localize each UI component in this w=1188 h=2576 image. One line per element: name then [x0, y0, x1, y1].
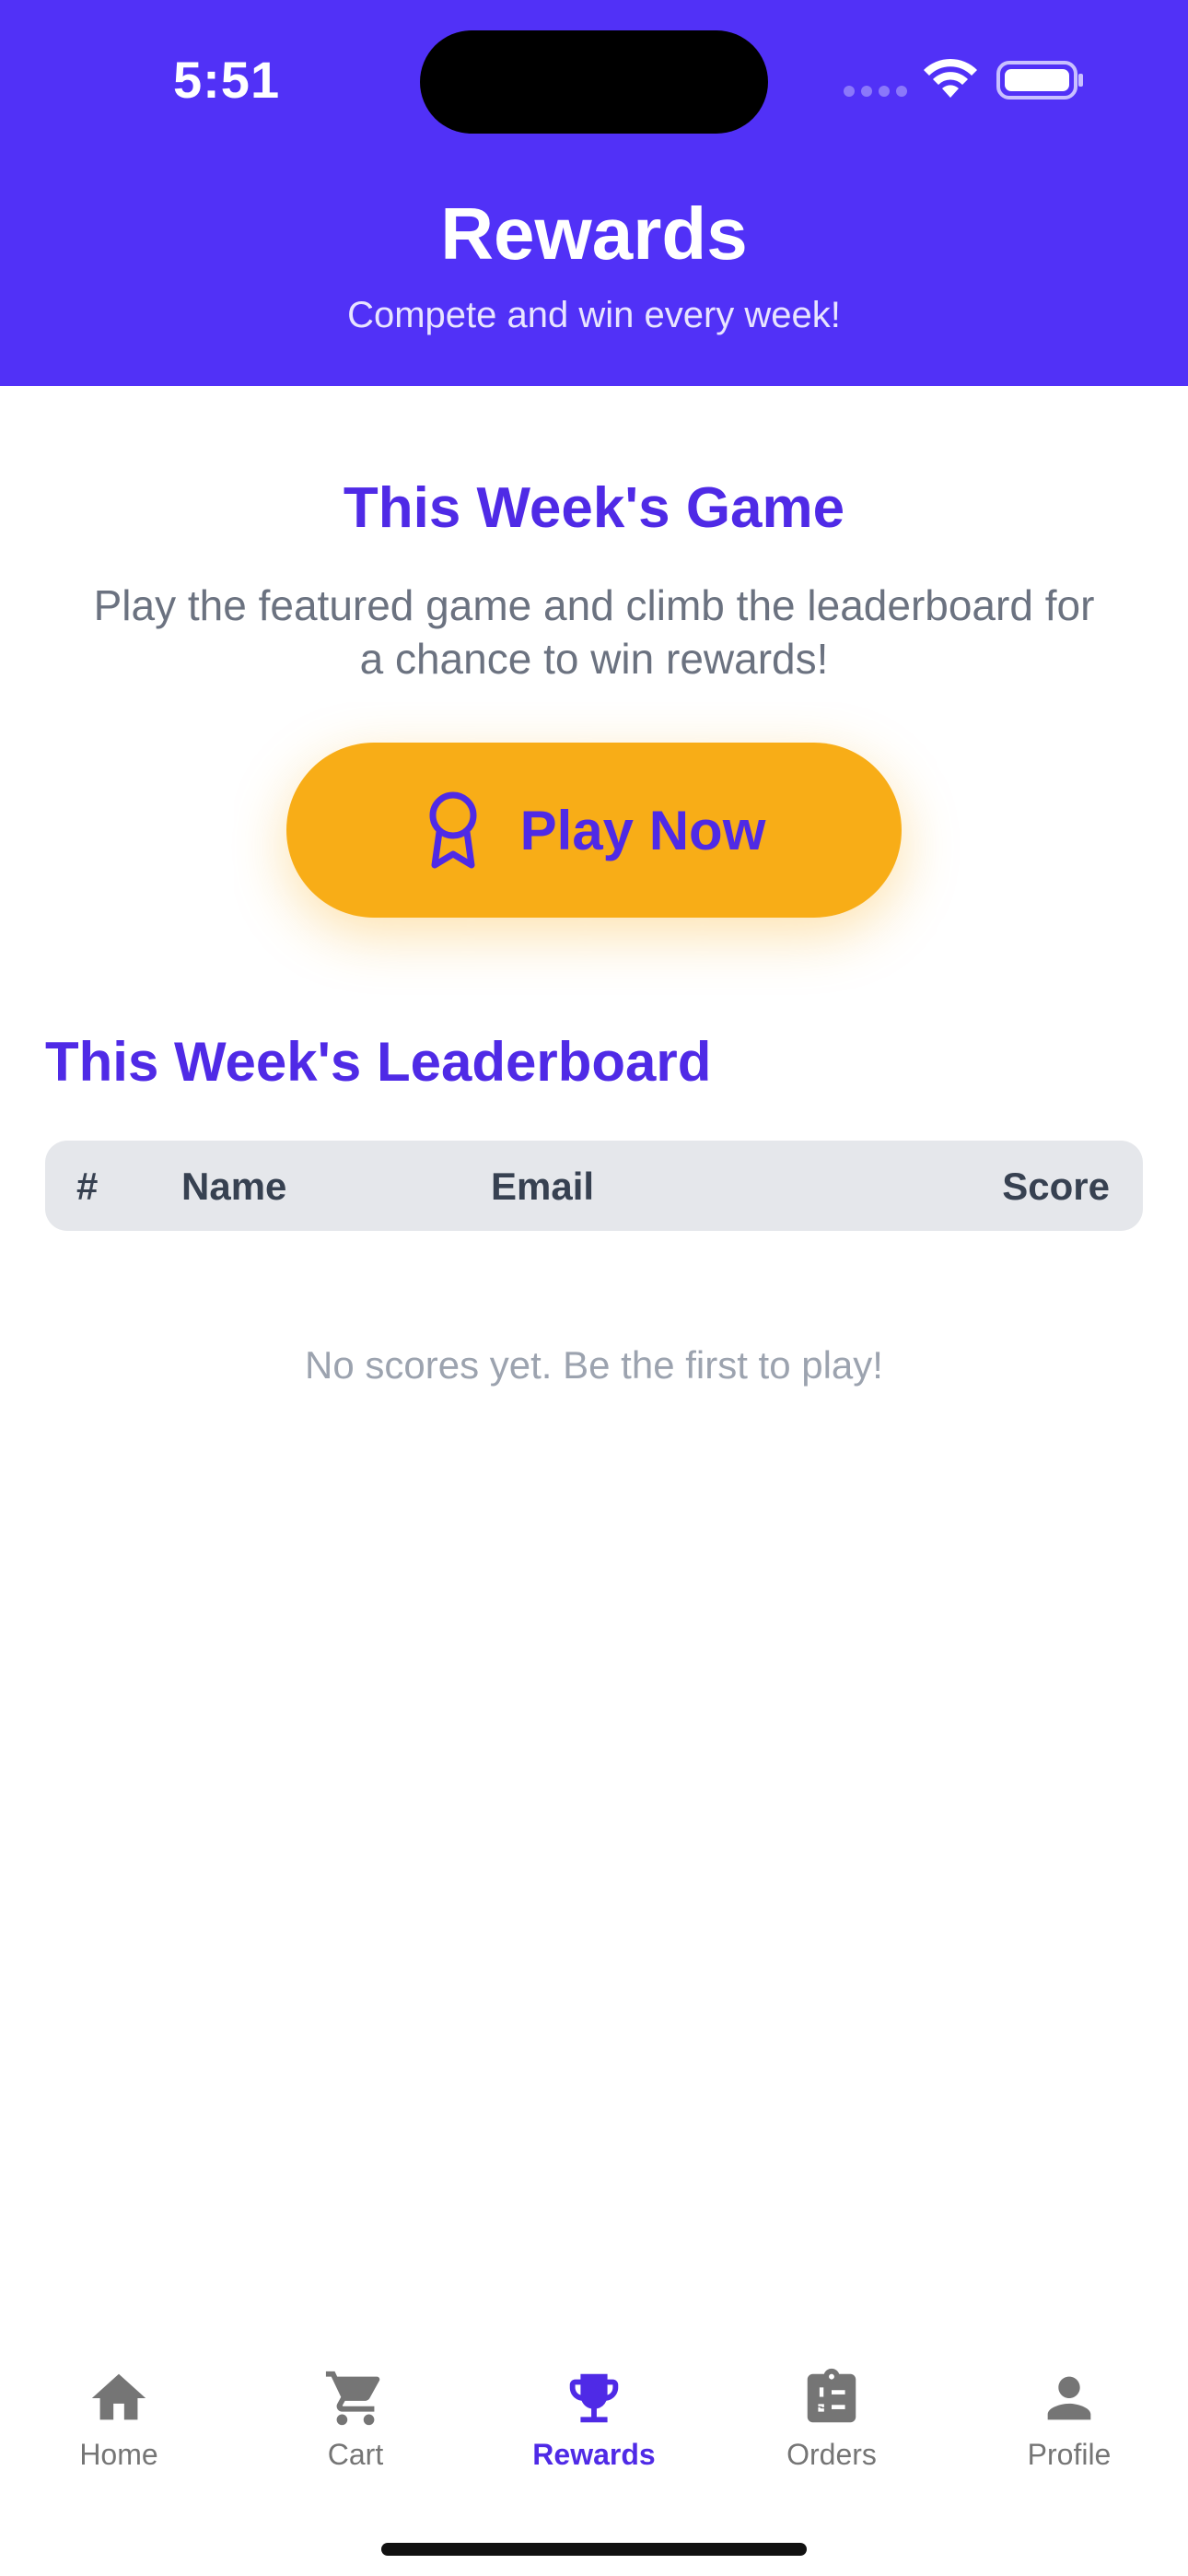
header: 5:51 Rewards Compete and win every week! [0, 0, 1188, 386]
game-section-title: This Week's Game [343, 476, 845, 540]
page-subtitle: Compete and win every week! [347, 295, 841, 335]
tab-orders[interactable]: Orders [740, 2340, 924, 2488]
leaderboard-empty-message: No scores yet. Be the first to play! [305, 1343, 883, 1387]
tab-cart-label: Cart [327, 2438, 384, 2471]
page-title: Rewards [440, 193, 748, 275]
bottom-tab-bar: Home Cart Rewards Orders Profile [0, 2340, 1188, 2488]
column-header-name: Name [181, 1165, 287, 1208]
battery-icon [996, 61, 1083, 100]
award-ribbon-icon [429, 791, 477, 869]
game-description: Play the featured game and climb the lea… [93, 581, 1095, 683]
tab-rewards[interactable]: Rewards [502, 2340, 686, 2488]
tab-home-label: Home [79, 2438, 158, 2471]
leaderboard-title: This Week's Leaderboard [45, 1031, 712, 1093]
wifi-icon [924, 58, 977, 98]
status-time: 5:51 [173, 51, 281, 109]
tab-orders-label: Orders [786, 2438, 877, 2471]
tab-rewards-label: Rewards [532, 2438, 656, 2471]
play-now-button[interactable]: Play Now [286, 743, 902, 918]
tab-cart[interactable]: Cart [263, 2340, 448, 2488]
column-header-email: Email [491, 1165, 595, 1208]
home-indicator[interactable] [381, 2543, 807, 2556]
leaderboard-table-header: # Name Email Score [45, 1141, 1143, 1231]
tab-profile-label: Profile [1027, 2438, 1112, 2471]
tab-home[interactable]: Home [27, 2340, 211, 2488]
cart-icon [325, 2371, 380, 2426]
clipboard-list-icon [807, 2368, 856, 2423]
dynamic-island [420, 30, 768, 134]
home-icon [91, 2373, 146, 2420]
tab-profile[interactable]: Profile [977, 2340, 1161, 2488]
play-now-label: Play Now [519, 799, 766, 861]
trophy-icon [569, 2373, 619, 2423]
column-header-rank: # [76, 1165, 99, 1208]
column-header-score: Score [1002, 1165, 1110, 1208]
person-icon [1047, 2376, 1091, 2420]
cellular-signal-icon [844, 86, 907, 97]
